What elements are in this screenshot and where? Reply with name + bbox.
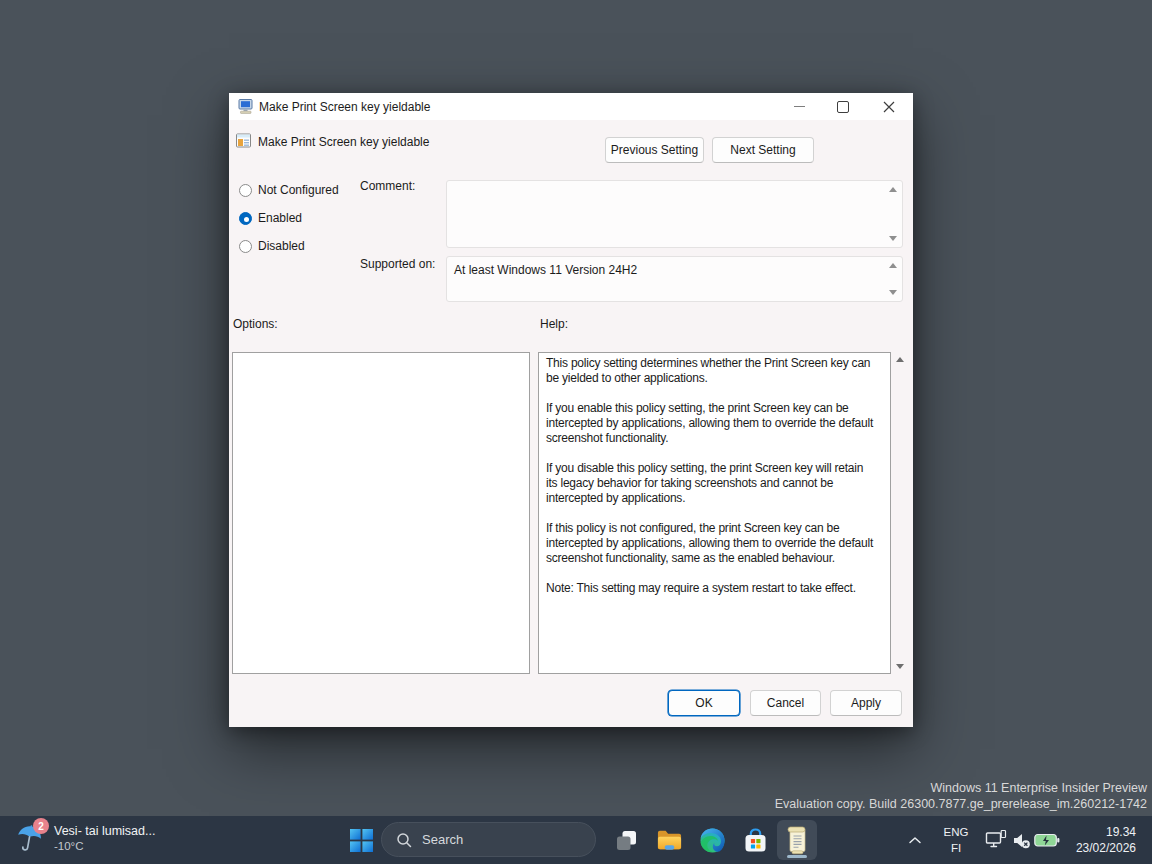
evaluation-watermark: Windows 11 Enterprise Insider Preview Ev… bbox=[775, 781, 1147, 812]
search-box[interactable]: Search bbox=[381, 822, 596, 857]
dialog-titlebar-icon bbox=[238, 99, 254, 117]
help-paragraph: This policy setting determines whether t… bbox=[546, 356, 877, 386]
help-scroll-down-icon[interactable] bbox=[896, 664, 904, 669]
policy-icon bbox=[236, 133, 251, 151]
windows-logo-icon bbox=[350, 829, 373, 852]
language-line1: ENG bbox=[938, 824, 974, 840]
tray-language-indicator[interactable]: ENG FI bbox=[938, 824, 974, 856]
supported-on-textbox[interactable]: At least Windows 11 Version 24H2 bbox=[446, 256, 903, 302]
comment-label: Comment: bbox=[360, 179, 415, 193]
tray-battery-button[interactable] bbox=[1032, 816, 1062, 864]
language-line2: FI bbox=[938, 840, 974, 856]
cancel-button[interactable]: Cancel bbox=[750, 690, 821, 716]
dialog-titlebar[interactable]: Make Print Screen key yieldable bbox=[229, 93, 913, 120]
help-paragraph: If this policy is not configured, the pr… bbox=[546, 521, 877, 566]
supported-scroll-up-icon[interactable] bbox=[889, 263, 897, 268]
supported-scroll-down-icon[interactable] bbox=[889, 290, 897, 295]
task-view-icon bbox=[614, 828, 639, 853]
radio-disabled-circle[interactable] bbox=[239, 240, 252, 253]
supported-on-label: Supported on: bbox=[360, 257, 435, 271]
maximize-button[interactable] bbox=[828, 93, 858, 120]
group-policy-editor-icon bbox=[784, 825, 810, 855]
policy-setting-dialog: Make Print Screen key yieldable Make Pri… bbox=[229, 93, 913, 727]
supported-on-value: At least Windows 11 Version 24H2 bbox=[454, 263, 637, 277]
weather-title: Vesi- tai lumisad... bbox=[54, 823, 155, 839]
help-paragraph: If you disable this policy setting, the … bbox=[546, 461, 877, 506]
tray-show-hidden-icons[interactable] bbox=[903, 816, 927, 864]
active-app-indicator bbox=[787, 855, 807, 858]
comment-scroll-down-icon[interactable] bbox=[889, 236, 897, 241]
apply-button[interactable]: Apply bbox=[830, 690, 902, 716]
notification-badge: 2 bbox=[33, 818, 49, 834]
close-button[interactable] bbox=[874, 93, 904, 120]
start-button[interactable] bbox=[341, 816, 381, 864]
help-textbox[interactable]: This policy setting determines whether t… bbox=[538, 352, 891, 674]
comment-textbox[interactable] bbox=[446, 180, 903, 248]
radio-enabled-label: Enabled bbox=[258, 211, 302, 225]
comment-scroll-up-icon[interactable] bbox=[889, 187, 897, 192]
policy-name-label: Make Print Screen key yieldable bbox=[258, 134, 429, 149]
tray-clock[interactable]: 19.34 23/02/2026 bbox=[1076, 824, 1136, 856]
next-setting-button[interactable]: Next Setting bbox=[712, 137, 814, 163]
file-explorer-button[interactable] bbox=[649, 820, 689, 860]
tray-network-button[interactable] bbox=[982, 816, 1010, 864]
weather-temperature: -10°C bbox=[54, 839, 155, 853]
taskbar: 2 Vesi- tai lumisad... -10°C Sear bbox=[0, 816, 1152, 864]
edge-browser-button[interactable] bbox=[692, 820, 732, 860]
dialog-title: Make Print Screen key yieldable bbox=[259, 93, 430, 120]
radio-enabled-circle[interactable] bbox=[239, 212, 252, 225]
help-paragraph: If you enable this policy setting, the p… bbox=[546, 401, 877, 446]
radio-enabled[interactable]: Enabled bbox=[239, 210, 302, 226]
battery-charging-icon bbox=[1034, 833, 1060, 848]
options-label: Options: bbox=[233, 317, 278, 331]
minimize-button[interactable] bbox=[784, 93, 814, 120]
help-scrollbar[interactable] bbox=[891, 352, 907, 674]
help-scroll-up-icon[interactable] bbox=[896, 357, 904, 362]
weather-widget[interactable]: 2 Vesi- tai lumisad... -10°C bbox=[14, 820, 155, 855]
ok-button[interactable]: OK bbox=[668, 690, 740, 716]
radio-not-configured[interactable]: Not Configured bbox=[239, 182, 339, 198]
help-label: Help: bbox=[540, 317, 568, 331]
radio-disabled[interactable]: Disabled bbox=[239, 238, 305, 254]
help-paragraph: Note: This setting may require a system … bbox=[546, 581, 877, 596]
chevron-up-icon bbox=[908, 836, 922, 845]
screen: Windows 11 Enterprise Insider Preview Ev… bbox=[0, 0, 1152, 864]
tray-volume-button[interactable] bbox=[1008, 816, 1034, 864]
search-icon bbox=[396, 832, 412, 848]
options-panel bbox=[232, 352, 530, 674]
watermark-line1: Windows 11 Enterprise Insider Preview bbox=[775, 781, 1147, 797]
previous-setting-button[interactable]: Previous Setting bbox=[605, 137, 704, 163]
help-text: This policy setting determines whether t… bbox=[539, 353, 890, 614]
watermark-line2: Evaluation copy. Build 26300.7877.ge_pre… bbox=[775, 797, 1147, 813]
microsoft-store-icon bbox=[743, 827, 768, 854]
radio-not-configured-label: Not Configured bbox=[258, 183, 339, 197]
tray-time: 19.34 bbox=[1076, 824, 1136, 840]
task-view-button[interactable] bbox=[606, 820, 646, 860]
tray-date: 23/02/2026 bbox=[1076, 840, 1136, 856]
file-explorer-icon bbox=[656, 828, 683, 852]
microsoft-store-button[interactable] bbox=[735, 820, 775, 860]
radio-disabled-label: Disabled bbox=[258, 239, 305, 253]
edge-icon bbox=[700, 828, 725, 853]
network-icon bbox=[985, 829, 1007, 851]
search-placeholder: Search bbox=[422, 832, 463, 847]
radio-not-configured-circle[interactable] bbox=[239, 184, 252, 197]
volume-muted-icon bbox=[1011, 830, 1032, 851]
group-policy-editor-button[interactable] bbox=[777, 820, 817, 860]
